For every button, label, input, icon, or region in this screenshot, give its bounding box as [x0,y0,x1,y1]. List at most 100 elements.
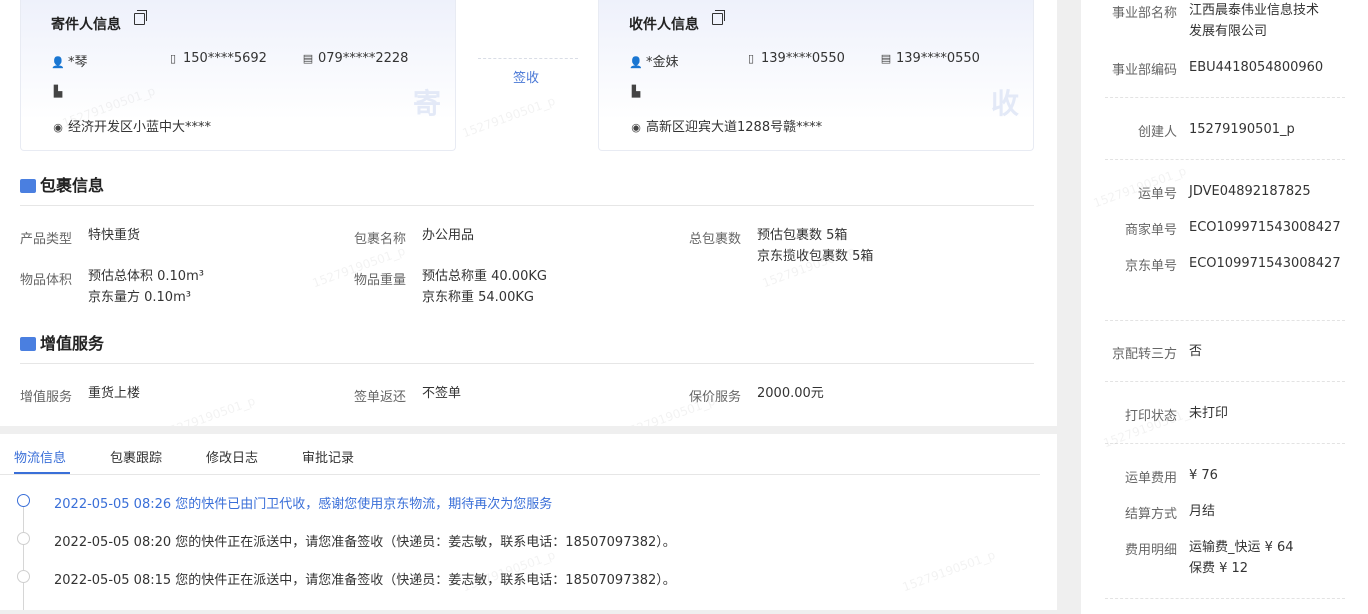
order-detail-panel: 寄件人信息 👤 *琴 ▯ 150****5692 ▤ 079*****2228 ▙ ◉… [0,0,1057,426]
package-name-label: 包裹名称 [354,232,407,247]
settlement-label: 结算方式 [1124,507,1177,522]
timeline-dot-current [17,494,30,507]
timeline-dot [17,570,30,583]
print-status-value: 未打印 [1189,406,1229,421]
tabs-divider [0,474,1040,475]
mobile-icon: ▯ [747,52,755,65]
product-type-value: 特快重货 [88,228,141,243]
receiver-address: ◉ 高新区迎宾大道1288号赣**** [629,116,822,135]
waybill-fee-value: ¥ 76 [1189,468,1218,483]
receiver-phone: ▯ 139****0550 [744,51,845,66]
timeline-dot [17,532,30,545]
jd-order-value: ECO109971543008427 [1189,256,1341,271]
building-icon: ▙ [631,85,641,98]
weight-estimated: 预估总称重 40.00KG [422,269,547,284]
waybill-value: JDVE04892187825 [1189,184,1311,199]
receiver-mark: 收 [990,87,1019,120]
watermark: 15279190501_p [160,393,258,426]
dept-name-label: 事业部名称 [1111,6,1177,21]
timeline-entry: 2022-05-05 08:26 您的快件已由门卫代收，感谢您使用京东物流，期待… [54,497,553,512]
sign-status[interactable]: 签收 [513,67,539,86]
volume-label: 物品体积 [20,273,73,288]
logistics-panel: 物流信息 包裹跟踪 修改日志 审批记录 2022-05-05 08:26 您的快… [0,434,1057,610]
product-type-label: 产品类型 [20,232,73,247]
package-name-value: 办公用品 [422,228,475,243]
creator-label: 创建人 [1137,125,1177,140]
sender-building: ▙ [51,84,68,99]
total-count-estimated: 预估包裹数 5箱 [757,228,848,243]
tab-package-tracking[interactable]: 包裹跟踪 [110,447,162,466]
watermark: 15279190501_p [460,93,558,141]
telephone-icon: ▤ [880,52,892,65]
divider [20,205,1034,206]
copy-icon[interactable] [712,10,725,25]
receiver-card: 收件人信息 👤 *金妹 ▯ 139****0550 ▤ 139****0550 ▙ ◉… [598,0,1034,151]
weight-label: 物品重量 [354,273,407,288]
waybill-fee-label: 运单费用 [1124,471,1177,486]
telephone-icon: ▤ [302,52,314,65]
insurance-value: 2000.00元 [757,386,824,401]
location-icon: ◉ [53,121,63,134]
divider [1105,443,1345,444]
sender-tel: ▤ 079*****2228 [302,51,409,66]
timeline-line [23,507,24,610]
divider [20,363,1034,364]
sender-mark: 寄 [412,87,441,120]
sign-return-value: 不签单 [422,386,462,401]
value-added-section-title: 增值服务 [20,330,104,354]
fee-detail-value: 运输费_快运 ¥ 64 保费 ¥ 12 [1189,540,1294,576]
jd-order-label: 京东单号 [1124,259,1177,274]
merchant-order-value: ECO109971543008427 [1189,220,1341,235]
dept-code-value: EBU4418054800960 [1189,60,1324,75]
sender-name: 👤 *琴 [51,55,88,70]
package-icon [20,179,36,193]
sender-phone: ▯ 150****5692 [166,51,267,66]
person-icon: 👤 [51,56,65,69]
sender-title: 寄件人信息 [51,17,121,33]
timeline-entry: 2022-05-05 08:15 您的快件正在派送中，请您准备签收（快递员：姜志… [54,573,676,588]
settlement-value: 月结 [1189,504,1216,519]
divider [1105,320,1345,321]
watermark: 15279190501_p [900,547,998,595]
order-summary-sidebar: 事业部名称 江西晨泰伟业信息技术 发展有限公司 事业部编码 EBU44180548… [1081,0,1368,614]
divider [1105,159,1345,160]
receiver-building: ▙ [629,84,646,99]
weight-measured: 京东称重 54.00KG [422,290,534,305]
receiver-name: 👤 *金妹 [629,55,679,70]
sender-address: ◉ 经济开发区小蓝中大**** [51,116,211,135]
building-icon: ▙ [53,85,63,98]
fee-detail-label: 费用明细 [1124,543,1177,558]
waybill-label: 运单号 [1137,187,1177,202]
sign-return-label: 签单返还 [354,390,407,405]
total-count-collected: 京东揽收包裹数 5箱 [757,249,874,264]
tab-logistics-info[interactable]: 物流信息 [14,447,66,466]
person-icon: 👤 [629,56,643,69]
copy-icon[interactable] [134,10,147,25]
package-section-title: 包裹信息 [20,172,104,196]
service-label: 增值服务 [20,390,73,405]
total-count-label: 总包裹数 [689,232,742,247]
service-value: 重货上楼 [88,386,141,401]
third-party-value: 否 [1189,344,1203,359]
location-icon: ◉ [631,121,641,134]
volume-measured: 京东量方 0.10m³ [88,290,191,305]
divider [1105,598,1345,599]
mobile-icon: ▯ [169,52,177,65]
sender-card: 寄件人信息 👤 *琴 ▯ 150****5692 ▤ 079*****2228 ▙ ◉… [20,0,456,151]
tab-change-log[interactable]: 修改日志 [206,447,258,466]
dept-name-value: 江西晨泰伟业信息技术 发展有限公司 [1189,3,1320,39]
dept-code-label: 事业部编码 [1111,63,1177,78]
print-status-label: 打印状态 [1124,409,1177,424]
tab-approval-records[interactable]: 审批记录 [302,447,354,466]
creator-value: 15279190501_p [1189,122,1295,137]
divider [1105,97,1345,98]
receiver-title: 收件人信息 [629,17,699,33]
divider [1105,381,1345,382]
insurance-label: 保价服务 [689,390,742,405]
timeline-entry: 2022-05-05 08:20 您的快件正在派送中，请您准备签收（快递员：姜志… [54,535,676,550]
trend-icon [20,337,36,351]
third-party-label: 京配转三方 [1111,347,1177,362]
volume-estimated: 预估总体积 0.10m³ [88,269,204,284]
sign-connector [478,58,578,59]
receiver-tel: ▤ 139****0550 [880,51,980,66]
